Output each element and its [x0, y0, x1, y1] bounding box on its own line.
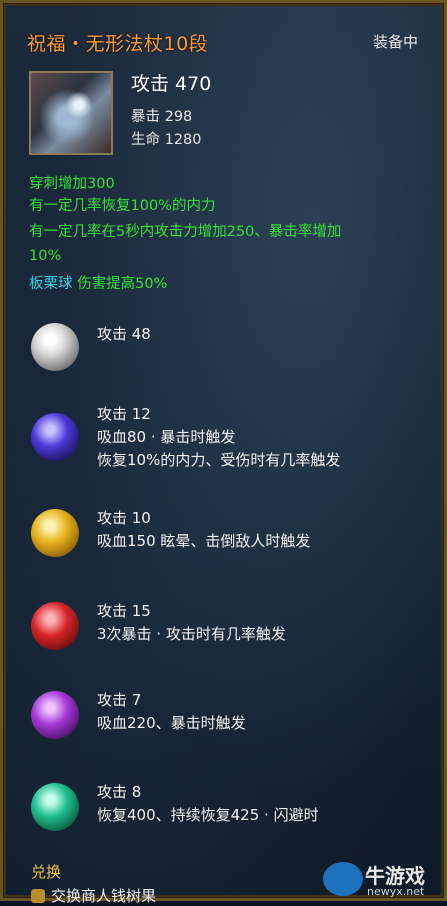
- item-tooltip-panel: 祝福・无形法杖10段 装备中 攻击 470 暴击 298 生命 1280 穿刺增…: [0, 0, 447, 905]
- yellow-gem-icon: [31, 509, 79, 557]
- crit-stat: 暴击 298: [131, 109, 193, 125]
- gem-line: 攻击 7: [97, 691, 142, 709]
- purple-gem-icon: [31, 691, 79, 739]
- set-bonus-label: 板栗球: [29, 276, 73, 292]
- weapon-staff-icon: [29, 71, 113, 155]
- set-bonus-text: 伤害提高50%: [77, 276, 168, 292]
- exchange-item-text: 交换商人钱树果: [51, 887, 157, 905]
- bonus-line: 有一定几率恢复100%的内力: [29, 198, 216, 214]
- blue-gem-icon: [31, 413, 79, 461]
- gem-slot: 攻击 7 吸血220、暴击时触发: [31, 689, 431, 759]
- gem-line: 攻击 8: [97, 783, 142, 801]
- green-gem-icon: [31, 783, 79, 831]
- hp-stat: 生命 1280: [131, 132, 202, 148]
- exchange-item: 交换商人钱树果: [31, 885, 156, 906]
- gem-slot: 攻击 48: [31, 323, 431, 393]
- equipped-status: 装备中: [372, 33, 418, 51]
- gem-line: 恢复400、持续恢复425 · 闪避时: [97, 806, 319, 824]
- gem-line: 吸血150 眩晕、击倒敌人时触发: [97, 532, 311, 550]
- gem-line: 吸血220、暴击时触发: [97, 714, 246, 732]
- gem-line: 攻击 12: [97, 405, 151, 423]
- attack-stat: 攻击 470: [131, 73, 212, 95]
- gem-line: 吸血80 · 暴击时触发: [97, 428, 236, 446]
- gem-line: 攻击 10: [97, 509, 151, 527]
- exchange-label: 兑换: [31, 863, 62, 881]
- gem-line: 攻击 15: [97, 602, 151, 620]
- site-watermark: 牛游戏 newyx.net: [323, 858, 443, 900]
- gem-line: 攻击 48: [97, 325, 151, 343]
- gem-line: 3次暴击 · 攻击时有几率触发: [97, 625, 286, 643]
- bonus-line: 有一定几率在5秒内攻击力增加250、暴击率增加: [29, 224, 342, 240]
- gem-slot: 攻击 8 恢复400、持续恢复425 · 闪避时: [31, 781, 431, 851]
- set-bonus: 板栗球 伤害提高50%: [29, 273, 429, 295]
- bonus-line: 穿刺增加300: [29, 176, 115, 192]
- watermark-sub: newyx.net: [367, 885, 425, 898]
- gem-slot: 攻击 10 吸血150 眩晕、击倒敌人时触发: [31, 507, 431, 577]
- red-gem-icon: [31, 602, 79, 650]
- gem-slot: 攻击 12 吸血80 · 暴击时触发 恢复10%的内力、受伤时有几率触发: [31, 403, 431, 473]
- item-title: 祝福・无形法杖10段: [27, 33, 209, 55]
- bonus-line: 10%: [29, 248, 62, 264]
- gem-slot: 攻击 15 3次暴击 · 攻击时有几率触发: [31, 600, 431, 670]
- gem-line: 恢复10%的内力、受伤时有几率触发: [97, 451, 341, 469]
- bird-logo-icon: [323, 862, 363, 896]
- white-gem-icon: [31, 323, 79, 371]
